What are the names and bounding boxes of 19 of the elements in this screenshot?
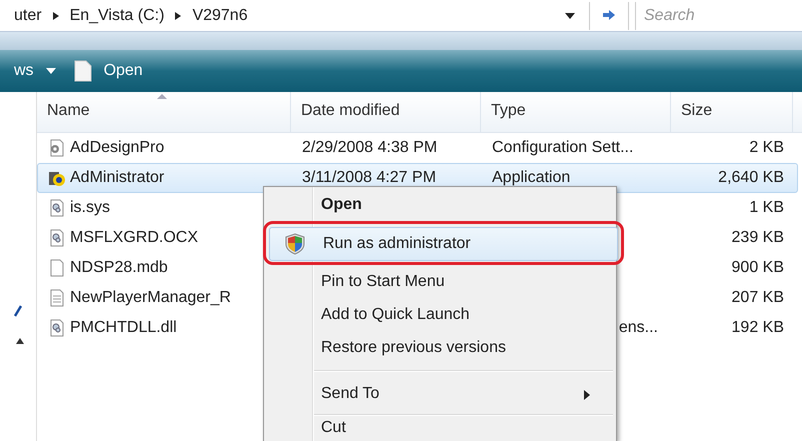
file-type: Configuration Sett... — [492, 139, 634, 157]
date-modified: 3/11/2008 4:27 PM — [302, 169, 436, 187]
file-name: MSFLXGRD.OCX — [70, 229, 198, 247]
file-name: is.sys — [70, 199, 110, 217]
file-size: 2,640 KB — [718, 169, 784, 187]
file-name: NDSP28.mdb — [70, 259, 168, 277]
file-size: 192 KB — [732, 319, 784, 337]
file-size: 1 KB — [749, 199, 784, 217]
file-type: Application — [492, 169, 570, 187]
file-name: NewPlayerManager_R — [70, 289, 231, 307]
file-name: AdDesignPro — [70, 139, 164, 157]
file-size: 207 KB — [732, 289, 784, 307]
file-name: PMCHTDLL.dll — [70, 319, 177, 337]
file-type: ens... — [618, 319, 658, 337]
date-modified: 2/29/2008 4:38 PM — [302, 139, 438, 157]
file-size: 239 KB — [732, 229, 784, 247]
file-size: 2 KB — [749, 139, 784, 157]
file-name: AdMinistrator — [70, 169, 164, 187]
file-size: 900 KB — [732, 259, 784, 277]
